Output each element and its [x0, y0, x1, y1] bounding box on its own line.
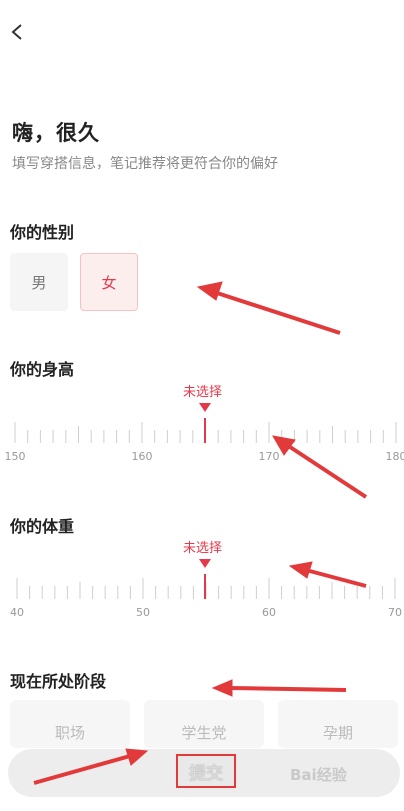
annotation-arrow-head — [125, 748, 149, 766]
annotation-arrow — [213, 290, 341, 335]
annotation-arrow — [285, 443, 368, 499]
annotation-arrow-head — [196, 281, 223, 301]
annotation-overlay — [33, 281, 368, 785]
annotation-arrow-head — [272, 435, 296, 456]
annotation-arrow — [229, 686, 347, 692]
annotation-arrow-head — [288, 561, 313, 579]
annotation-arrow — [33, 754, 131, 785]
annotation-arrow — [305, 568, 367, 588]
annotation-arrow-head — [211, 679, 233, 697]
